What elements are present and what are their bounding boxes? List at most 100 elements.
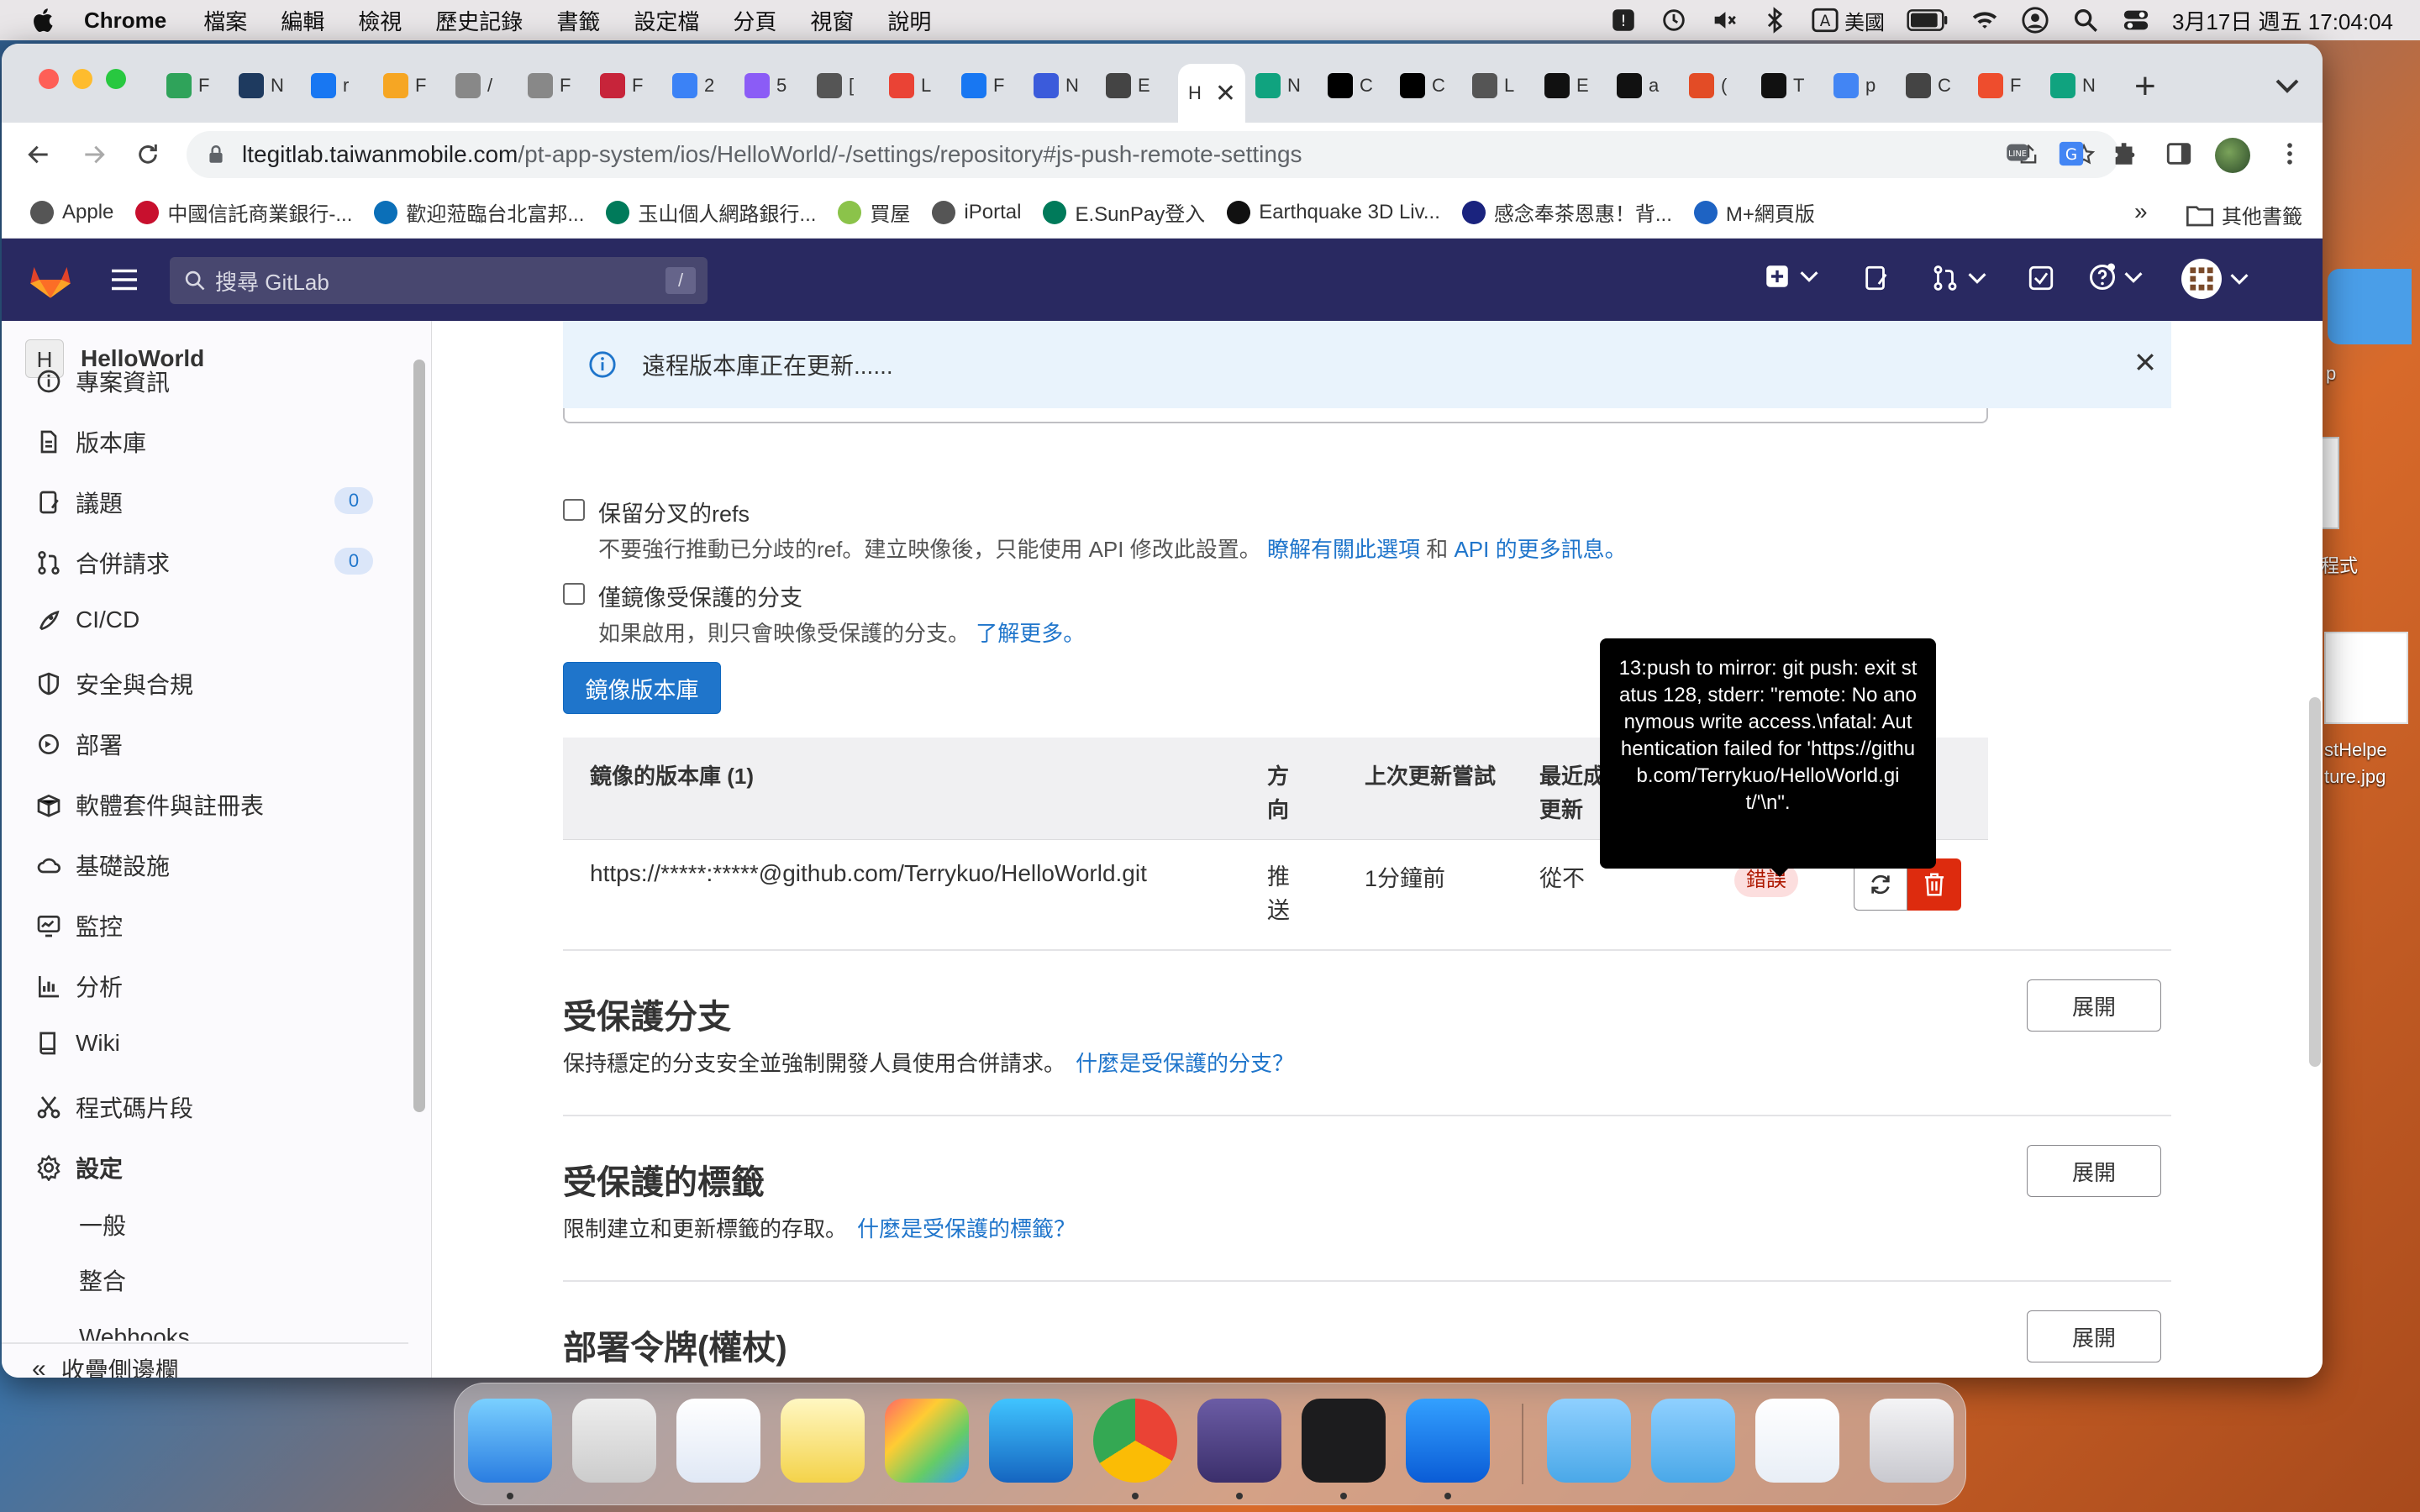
todo-checkbox-icon[interactable]: [2027, 264, 2055, 292]
translate-extension-icon[interactable]: G: [2057, 139, 2086, 168]
learn-more-link[interactable]: 了解更多。: [976, 621, 1085, 646]
terminal-icon[interactable]: [1302, 1399, 1386, 1483]
reload-icon[interactable]: [134, 141, 161, 168]
trash-icon[interactable]: [1870, 1399, 1954, 1483]
wifi-icon[interactable]: [1970, 6, 1999, 34]
zoom-window-button[interactable]: [106, 69, 126, 89]
bbedit-icon[interactable]: [1197, 1399, 1281, 1483]
collapse-sidebar-button[interactable]: « 收疊側邊欄: [32, 1352, 179, 1378]
sidebar-item-snippet[interactable]: 程式碼片段: [35, 1090, 193, 1124]
side-panel-icon[interactable]: [2165, 139, 2193, 168]
browser-tab[interactable]: 2: [672, 64, 739, 108]
menu-view[interactable]: 檢視: [358, 5, 402, 36]
lock-icon[interactable]: [205, 144, 227, 165]
bookmark-item[interactable]: 歡迎蒞臨台北富邦...: [374, 197, 584, 227]
notes-icon[interactable]: [781, 1399, 865, 1483]
finder-icon[interactable]: [468, 1399, 552, 1483]
browser-tab[interactable]: T: [1761, 64, 1828, 108]
applications-folder-icon[interactable]: [1651, 1399, 1735, 1483]
sidebar-item-issues[interactable]: 議題: [35, 486, 123, 519]
spotlight-search-icon[interactable]: [2071, 6, 2100, 34]
bookmark-item[interactable]: Apple: [30, 200, 113, 224]
user-menu-dropdown[interactable]: [2181, 259, 2249, 299]
mirror-protected-branches-checkbox[interactable]: [563, 583, 585, 605]
menu-bookmarks[interactable]: 書籤: [556, 5, 600, 36]
sidebar-sub-general[interactable]: 一般: [79, 1208, 126, 1242]
browser-tab[interactable]: F: [961, 64, 1028, 108]
more-menu-icon[interactable]: [2275, 139, 2304, 168]
sidebar-item-merge-request[interactable]: 合併請求: [35, 546, 170, 580]
launchpad-icon[interactable]: [572, 1399, 656, 1483]
mute-icon[interactable]: [1710, 6, 1739, 34]
menubar-clock[interactable]: 3月17日 週五 17:04:04: [2172, 5, 2393, 36]
minimize-window-button[interactable]: [72, 69, 92, 89]
menu-file[interactable]: 檔案: [203, 5, 247, 36]
sidebar-item-shield[interactable]: 安全與合規: [35, 667, 193, 701]
keep-divergent-refs-label[interactable]: 保留分叉的refs: [598, 496, 750, 528]
browser-tab[interactable]: L: [889, 64, 956, 108]
browser-tab[interactable]: r: [311, 64, 378, 108]
menu-history[interactable]: 歷史記錄: [435, 5, 523, 36]
menu-tab[interactable]: 分頁: [733, 5, 776, 36]
browser-tab[interactable]: E: [1106, 64, 1173, 108]
sidebar-item-book[interactable]: Wiki: [35, 1030, 120, 1057]
bookmark-item[interactable]: 中國信託商業銀行-...: [135, 197, 352, 227]
bookmark-item[interactable]: 玉山個人網路銀行...: [606, 197, 816, 227]
browser-tab[interactable]: N: [1255, 64, 1323, 108]
bookmark-item[interactable]: 感念奉茶恩惠！背...: [1461, 197, 1672, 227]
bookmark-item[interactable]: 買屋: [838, 197, 910, 227]
browser-tab[interactable]: N: [2050, 64, 2118, 108]
desktop-file-label-3b[interactable]: ture.jpg: [2324, 766, 2386, 788]
merge-requests-dropdown[interactable]: [1931, 264, 1986, 292]
dismiss-alert-close-icon[interactable]: [2133, 349, 2158, 375]
browser-tab[interactable]: F: [1978, 64, 2045, 108]
extensions-puzzle-icon[interactable]: [2111, 139, 2139, 168]
close-tab-icon[interactable]: ✕: [1215, 79, 1236, 108]
help-dropdown[interactable]: [2087, 262, 2143, 292]
bluetooth-icon[interactable]: [1760, 6, 1789, 34]
api-more-info-link[interactable]: API 的更多訊息。: [1454, 537, 1626, 562]
battery-icon[interactable]: [1907, 8, 1949, 33]
apple-logo-icon[interactable]: [29, 5, 59, 35]
safari-icon[interactable]: [676, 1399, 760, 1483]
browser-tab[interactable]: C: [1328, 64, 1395, 108]
gitlab-search-input[interactable]: 搜尋 GitLab /: [170, 257, 708, 304]
expand-section-button[interactable]: 展開: [2027, 1145, 2161, 1197]
section-help-link[interactable]: 什麼是受保護的標籤？: [857, 1216, 1076, 1242]
section-help-link[interactable]: 什麼是受保護的分支？: [1076, 1051, 1294, 1076]
desktop-file-label-1[interactable]: p: [2326, 363, 2336, 385]
input-method-indicator[interactable]: A 美國: [1811, 6, 1885, 35]
expand-section-button[interactable]: 展開: [2027, 1310, 2161, 1362]
browser-tab[interactable]: N: [1034, 64, 1101, 108]
hamburger-menu-icon[interactable]: [109, 265, 139, 294]
new-item-dropdown[interactable]: [1763, 262, 1818, 291]
page-scrollbar-thumb[interactable]: [2309, 697, 2321, 1067]
issues-nav-icon[interactable]: [1862, 264, 1891, 292]
control-center-icon[interactable]: [2122, 6, 2150, 34]
sidebar-item-deployments[interactable]: 部署: [35, 727, 123, 761]
sidebar-sub-webhooks[interactable]: Webhooks: [79, 1326, 190, 1341]
sidebar-item-chart[interactable]: 分析: [35, 969, 123, 1003]
browser-tab[interactable]: 5: [744, 64, 812, 108]
find-my-icon[interactable]: [1406, 1399, 1490, 1483]
sidebar-scrollbar[interactable]: [413, 360, 425, 1112]
sidebar-item-document[interactable]: 版本庫: [35, 425, 146, 459]
browser-tab[interactable]: C: [1906, 64, 1973, 108]
menu-window[interactable]: 視窗: [810, 5, 854, 36]
sidebar-item-rocket[interactable]: CI/CD: [35, 606, 139, 633]
forward-arrow-icon[interactable]: [81, 141, 108, 168]
notification-status-icon[interactable]: !: [1609, 6, 1638, 34]
desktop-file-label-3[interactable]: stHelpe: [2324, 739, 2387, 761]
menu-edit[interactable]: 編輯: [281, 5, 324, 36]
profile-avatar[interactable]: [2215, 138, 2250, 173]
browser-tab[interactable]: F: [383, 64, 450, 108]
browser-tab[interactable]: F: [166, 64, 234, 108]
sidebar-item-package[interactable]: 軟體套件與註冊表: [35, 788, 264, 822]
bookmarks-overflow-button[interactable]: »: [2134, 198, 2148, 225]
extension-chat-icon[interactable]: LINE: [2003, 139, 2032, 168]
browser-tab[interactable]: p: [1833, 64, 1901, 108]
gitlab-logo-icon[interactable]: [29, 259, 72, 301]
sidebar-item-cloud[interactable]: 基礎設施: [35, 848, 170, 882]
mirror-repository-button[interactable]: 鏡像版本庫: [563, 662, 721, 714]
bookmark-item[interactable]: M+網頁版: [1693, 197, 1815, 227]
